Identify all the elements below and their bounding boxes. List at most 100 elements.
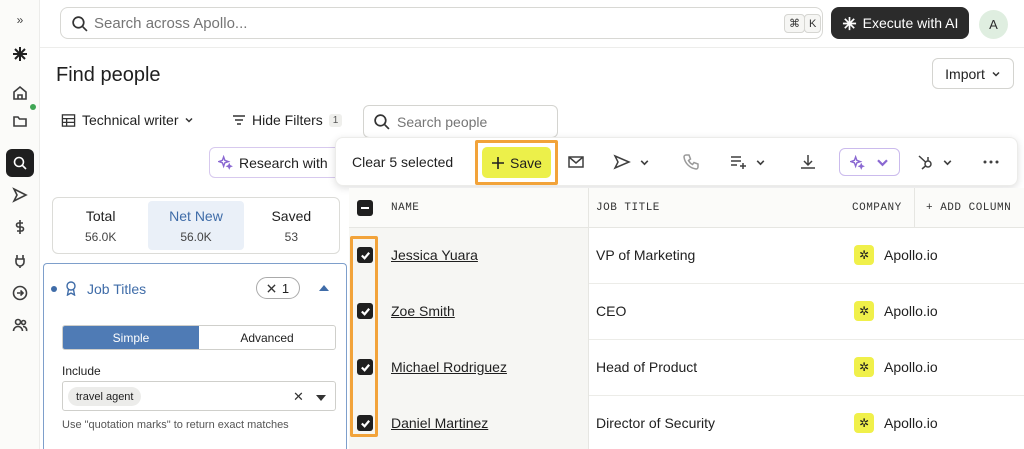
hide-filters-button[interactable]: Hide Filters 1	[232, 112, 343, 128]
column-divider	[588, 188, 589, 449]
dollar-icon[interactable]	[6, 213, 34, 241]
include-label: Include	[62, 364, 101, 378]
job-titles-count-chip[interactable]: 1	[256, 277, 300, 299]
chevron-down-icon	[992, 71, 1000, 77]
table-header: NAME JOB TITLE COMPANY + ADD COLUMN	[349, 188, 1024, 228]
header-job-title[interactable]: JOB TITLE	[596, 202, 660, 214]
job-title-cell: CEO	[596, 303, 627, 319]
saved-view-label: Technical writer	[82, 112, 179, 128]
sign-in-icon[interactable]	[6, 279, 34, 307]
shortcut-cmd-key: ⌘	[784, 14, 805, 33]
search-people-box[interactable]	[363, 105, 558, 138]
send-nav-icon[interactable]	[6, 181, 34, 209]
company-name-link[interactable]: Apollo.io	[884, 247, 938, 263]
import-button[interactable]: Import	[932, 58, 1014, 89]
select-all-checkbox[interactable]	[357, 200, 373, 216]
more-horizontal-icon	[983, 160, 999, 164]
research-with-label: Research with	[239, 154, 328, 171]
expand-rail-icon[interactable]: »	[6, 6, 34, 34]
title-chip[interactable]: travel agent	[68, 387, 142, 406]
stat-total-value: 56.0K	[84, 229, 117, 244]
apollo-logo-icon[interactable]	[6, 40, 34, 68]
include-titles-input[interactable]: travel agent ✕	[62, 381, 336, 411]
home-icon[interactable]	[6, 79, 34, 107]
dropdown-caret-icon[interactable]	[316, 395, 326, 401]
clear-selection-button[interactable]: Clear 5 selected	[352, 154, 453, 170]
close-icon	[267, 283, 276, 293]
stat-net-new-value: 56.0K	[180, 229, 212, 244]
hubspot-button[interactable]	[916, 150, 953, 174]
more-options-button[interactable]	[982, 150, 1000, 174]
table-row[interactable]: Michael Rodriguez Head of Product ✲ Apol…	[349, 340, 1024, 396]
plug-icon[interactable]	[6, 247, 34, 275]
match-mode-toggle: Simple Advanced	[62, 325, 336, 350]
result-stats: Total 56.0K Net New 56.0K Saved 53	[52, 197, 340, 254]
table-row[interactable]: Zoe Smith CEO ✲ Apollo.io	[349, 284, 1024, 340]
mail-icon	[568, 156, 584, 168]
company-name-link[interactable]: Apollo.io	[884, 415, 938, 431]
stat-total-label: Total	[85, 207, 116, 224]
clear-icon[interactable]: ✕	[293, 389, 304, 405]
bulk-action-bar: Clear 5 selected Save	[335, 137, 1018, 186]
job-titles-count: 1	[281, 280, 290, 296]
job-title-cell: VP of Marketing	[596, 247, 696, 263]
stat-saved[interactable]: Saved 53	[244, 198, 339, 253]
execute-with-ai-button[interactable]: Execute with AI	[831, 7, 969, 39]
add-column-button[interactable]: + ADD COLUMN	[926, 202, 1011, 214]
hide-filters-label: Hide Filters	[252, 112, 323, 128]
search-icon	[72, 15, 88, 32]
active-filter-dot	[51, 286, 57, 292]
company-logo-icon: ✲	[854, 357, 874, 377]
avatar[interactable]: A	[979, 10, 1008, 39]
chevron-down-icon	[640, 159, 649, 165]
name-cell	[349, 284, 588, 340]
person-name-link[interactable]: Michael Rodriguez	[391, 359, 507, 375]
left-rail: »	[0, 0, 40, 449]
call-button[interactable]	[682, 150, 700, 174]
search-nav-icon[interactable]	[6, 149, 34, 177]
company-logo-icon: ✲	[854, 413, 874, 433]
stat-total[interactable]: Total 56.0K	[53, 198, 148, 253]
mode-simple-tab[interactable]: Simple	[63, 326, 199, 349]
person-name-link[interactable]: Zoe Smith	[391, 303, 455, 319]
download-icon	[801, 155, 815, 169]
stat-net-new[interactable]: Net New 56.0K	[148, 201, 244, 250]
job-titles-label[interactable]: Job Titles	[87, 281, 146, 297]
mode-advanced-tab[interactable]: Advanced	[199, 326, 335, 349]
chevron-down-icon	[943, 159, 952, 165]
ai-actions-button[interactable]	[839, 148, 900, 176]
save-highlight-box	[475, 140, 558, 185]
sequence-button[interactable]	[613, 150, 650, 174]
header-name[interactable]: NAME	[391, 202, 419, 214]
stat-saved-label: Saved	[271, 207, 312, 224]
add-to-list-button[interactable]	[729, 150, 766, 174]
folder-icon[interactable]	[6, 107, 34, 135]
sparkle-icon	[842, 16, 856, 30]
chevron-down-icon	[185, 117, 194, 123]
people-icon[interactable]	[6, 311, 34, 339]
global-search[interactable]: ⌘ K	[60, 7, 823, 39]
collapse-caret-icon[interactable]	[319, 285, 329, 291]
table-icon	[61, 113, 76, 127]
email-button[interactable]	[567, 150, 585, 174]
filter-lines-icon	[233, 115, 245, 125]
person-name-link[interactable]: Daniel Martinez	[391, 415, 488, 431]
job-title-cell: Head of Product	[596, 359, 698, 375]
header-company[interactable]: COMPANY	[852, 202, 902, 214]
table-row[interactable]: Jessica Yuara VP of Marketing ✲ Apollo.i…	[349, 228, 1024, 284]
company-name-link[interactable]: Apollo.io	[884, 303, 938, 319]
job-titles-filter: Job Titles 1 Simple Advanced Include tra…	[43, 263, 347, 449]
job-title-cell: Director of Security	[596, 415, 716, 431]
stat-saved-value: 53	[284, 229, 298, 244]
company-logo-icon: ✲	[854, 245, 874, 265]
results-table: NAME JOB TITLE COMPANY + ADD COLUMN Jess…	[349, 188, 1024, 449]
company-name-link[interactable]: Apollo.io	[884, 359, 938, 375]
badge-icon	[66, 281, 76, 296]
global-search-input[interactable]	[94, 14, 694, 32]
shortcut-k-key: K	[804, 14, 822, 33]
person-name-link[interactable]: Jessica Yuara	[391, 247, 478, 263]
search-people-input[interactable]	[397, 113, 547, 130]
export-button[interactable]	[799, 150, 817, 174]
table-row[interactable]: Daniel Martinez Director of Security ✲ A…	[349, 396, 1024, 449]
saved-view-select[interactable]: Technical writer	[61, 112, 194, 128]
